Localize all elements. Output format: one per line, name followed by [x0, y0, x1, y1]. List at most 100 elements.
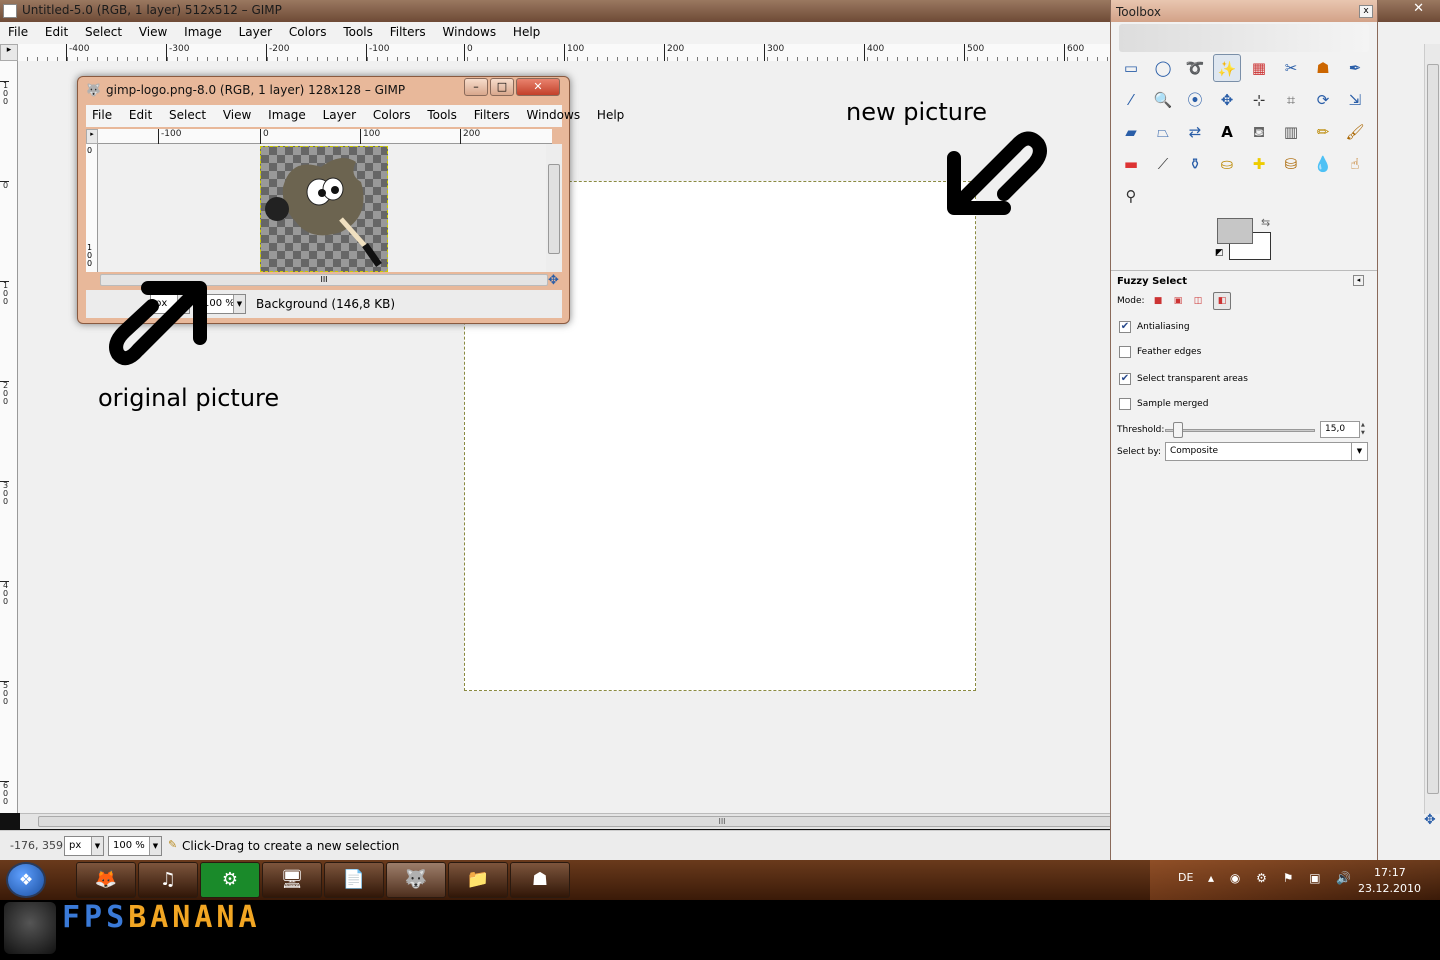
collapse-icon[interactable]: ◂ — [1353, 275, 1364, 286]
color-picker-icon[interactable]: ⁄ — [1117, 86, 1145, 114]
menu-edit[interactable]: Edit — [129, 108, 152, 122]
quick-mask-corner-button[interactable]: ▸ — [86, 129, 98, 144]
navigate-icon[interactable]: ✥ — [1424, 812, 1436, 828]
antialiasing-checkbox[interactable]: ✔ — [1119, 321, 1131, 333]
clock-time[interactable]: 17:17 — [1374, 866, 1406, 879]
menu-tools[interactable]: Tools — [427, 108, 457, 122]
menu-windows[interactable]: Windows — [443, 25, 497, 39]
blend-icon[interactable]: ▥ — [1277, 118, 1305, 146]
text-icon[interactable]: A — [1213, 118, 1241, 146]
menu-colors[interactable]: Colors — [289, 25, 327, 39]
menu-image[interactable]: Image — [184, 25, 222, 39]
explorer-taskbar-button[interactable]: 📁 — [448, 862, 508, 898]
language-indicator[interactable]: DE — [1178, 871, 1193, 884]
bucket-fill-icon[interactable]: ⛾ — [1245, 118, 1273, 146]
pencil-icon[interactable]: ✏ — [1309, 118, 1337, 146]
tray-icons[interactable]: ▴ ◉ ⚙ ⚑ ▣ 🔊 — [1208, 871, 1357, 885]
menu-select[interactable]: Select — [169, 108, 206, 122]
menu-tools[interactable]: Tools — [343, 25, 373, 39]
toolbox-titlebar[interactable]: Toolbox x — [1111, 0, 1377, 22]
scrollbar-thumb[interactable] — [548, 164, 560, 254]
threshold-slider[interactable] — [1165, 429, 1315, 432]
wordpad-taskbar-button[interactable]: 📄 — [324, 862, 384, 898]
zoom-icon[interactable]: 🔍 — [1149, 86, 1177, 114]
threshold-input[interactable]: 15,0 — [1320, 421, 1360, 438]
perspective-icon[interactable]: ⏢ — [1149, 118, 1177, 146]
foreground-color-swatch[interactable] — [1217, 218, 1253, 244]
unit-select[interactable]: px ▼ — [64, 836, 104, 856]
vertical-scrollbar[interactable] — [1424, 44, 1440, 814]
menu-layer[interactable]: Layer — [239, 25, 272, 39]
measure-icon[interactable]: ⦿ — [1181, 86, 1209, 114]
minimize-button[interactable]: – — [464, 78, 488, 96]
close-icon[interactable]: ✕ — [1413, 1, 1424, 16]
close-icon[interactable]: x — [1359, 5, 1373, 18]
align-icon[interactable]: ⊹ — [1245, 86, 1273, 114]
crop-icon[interactable]: ⌗ — [1277, 86, 1305, 114]
menu-help[interactable]: Help — [513, 25, 540, 39]
gimp-taskbar-button[interactable]: 🐺 — [386, 862, 446, 898]
ellipse-select-icon[interactable]: ◯ — [1149, 54, 1177, 82]
scale-icon[interactable]: ⇲ — [1341, 86, 1369, 114]
logo-window-titlebar[interactable]: 🐺 gimp-logo.png-8.0 (RGB, 1 layer) 128x1… — [78, 77, 569, 103]
mode-intersect-icon[interactable]: ◧ — [1213, 292, 1231, 310]
itunes-taskbar-button[interactable]: ♫ — [138, 862, 198, 898]
select-by-color-icon[interactable]: ▦ — [1245, 54, 1273, 82]
quick-mask-corner-button[interactable]: ▸ — [0, 44, 18, 61]
zoom-select[interactable]: 100 % ▼ — [108, 836, 162, 856]
firefox-taskbar-button[interactable]: 🦊 — [76, 862, 136, 898]
steam-taskbar-button[interactable]: ⚙ — [200, 862, 260, 898]
mode-subtract-icon[interactable]: ◫ — [1191, 294, 1205, 308]
menu-file[interactable]: File — [92, 108, 112, 122]
close-button[interactable]: ✕ — [516, 78, 560, 96]
eraser-icon[interactable]: ▬ — [1117, 150, 1145, 178]
fuzzy-select-icon[interactable]: ✨ — [1213, 54, 1241, 82]
counter-strike-taskbar-button[interactable]: ☗ — [510, 862, 570, 898]
select-transparent-checkbox[interactable]: ✔ — [1119, 373, 1131, 385]
menu-help[interactable]: Help — [597, 108, 624, 122]
threshold-slider-handle[interactable] — [1173, 422, 1183, 438]
scissors-select-icon[interactable]: ✂ — [1277, 54, 1305, 82]
perspective-clone-icon[interactable]: ⛁ — [1277, 150, 1305, 178]
menu-view[interactable]: View — [139, 25, 167, 39]
foreground-select-icon[interactable]: ☗ — [1309, 54, 1337, 82]
menu-image[interactable]: Image — [268, 108, 306, 122]
menu-colors[interactable]: Colors — [373, 108, 411, 122]
menu-filters[interactable]: Filters — [474, 108, 510, 122]
menu-file[interactable]: File — [8, 25, 28, 39]
airbrush-icon[interactable]: ⟋ — [1149, 150, 1177, 178]
select-by-dropdown[interactable]: Composite ▼ — [1165, 442, 1368, 461]
mode-replace-icon[interactable]: ■ — [1151, 294, 1165, 308]
heal-icon[interactable]: ✚ — [1245, 150, 1273, 178]
menu-filters[interactable]: Filters — [390, 25, 426, 39]
smudge-icon[interactable]: ☝ — [1341, 150, 1369, 178]
computer-taskbar-button[interactable]: 🖥 — [262, 862, 322, 898]
shear-icon[interactable]: ▰ — [1117, 118, 1145, 146]
start-button[interactable]: ❖ — [6, 862, 46, 898]
wilber-drop-zone[interactable] — [1119, 24, 1369, 52]
ink-icon[interactable]: ⚱ — [1181, 150, 1209, 178]
flip-icon[interactable]: ⇄ — [1181, 118, 1209, 146]
menu-windows[interactable]: Windows — [527, 108, 581, 122]
menu-layer[interactable]: Layer — [323, 108, 356, 122]
main-window-titlebar[interactable]: Untitled-5.0 (RGB, 1 layer) 512x512 – GI… — [0, 0, 1110, 22]
menu-view[interactable]: View — [223, 108, 251, 122]
clock-date[interactable]: 23.12.2010 — [1358, 882, 1421, 895]
vertical-scrollbar[interactable] — [546, 144, 562, 272]
rotate-icon[interactable]: ⟳ — [1309, 86, 1337, 114]
default-colors-icon[interactable]: ◩ — [1215, 248, 1224, 258]
blur-icon[interactable]: 💧 — [1309, 150, 1337, 178]
sample-merged-checkbox[interactable] — [1119, 398, 1131, 410]
gimp-logo-image[interactable] — [260, 146, 388, 272]
navigate-icon[interactable]: ✥ — [548, 273, 559, 288]
feather-edges-checkbox[interactable] — [1119, 346, 1131, 358]
paths-icon[interactable]: ✒ — [1341, 54, 1369, 82]
rect-select-icon[interactable]: ▭ — [1117, 54, 1145, 82]
menu-edit[interactable]: Edit — [45, 25, 68, 39]
swap-colors-icon[interactable]: ⇆ — [1261, 216, 1270, 229]
menu-select[interactable]: Select — [85, 25, 122, 39]
move-icon[interactable]: ✥ — [1213, 86, 1241, 114]
dodge-burn-icon[interactable]: ⚲ — [1117, 182, 1145, 210]
spin-arrows-icon[interactable]: ▲ ▼ — [1361, 421, 1369, 438]
scrollbar-thumb[interactable] — [1427, 64, 1439, 794]
